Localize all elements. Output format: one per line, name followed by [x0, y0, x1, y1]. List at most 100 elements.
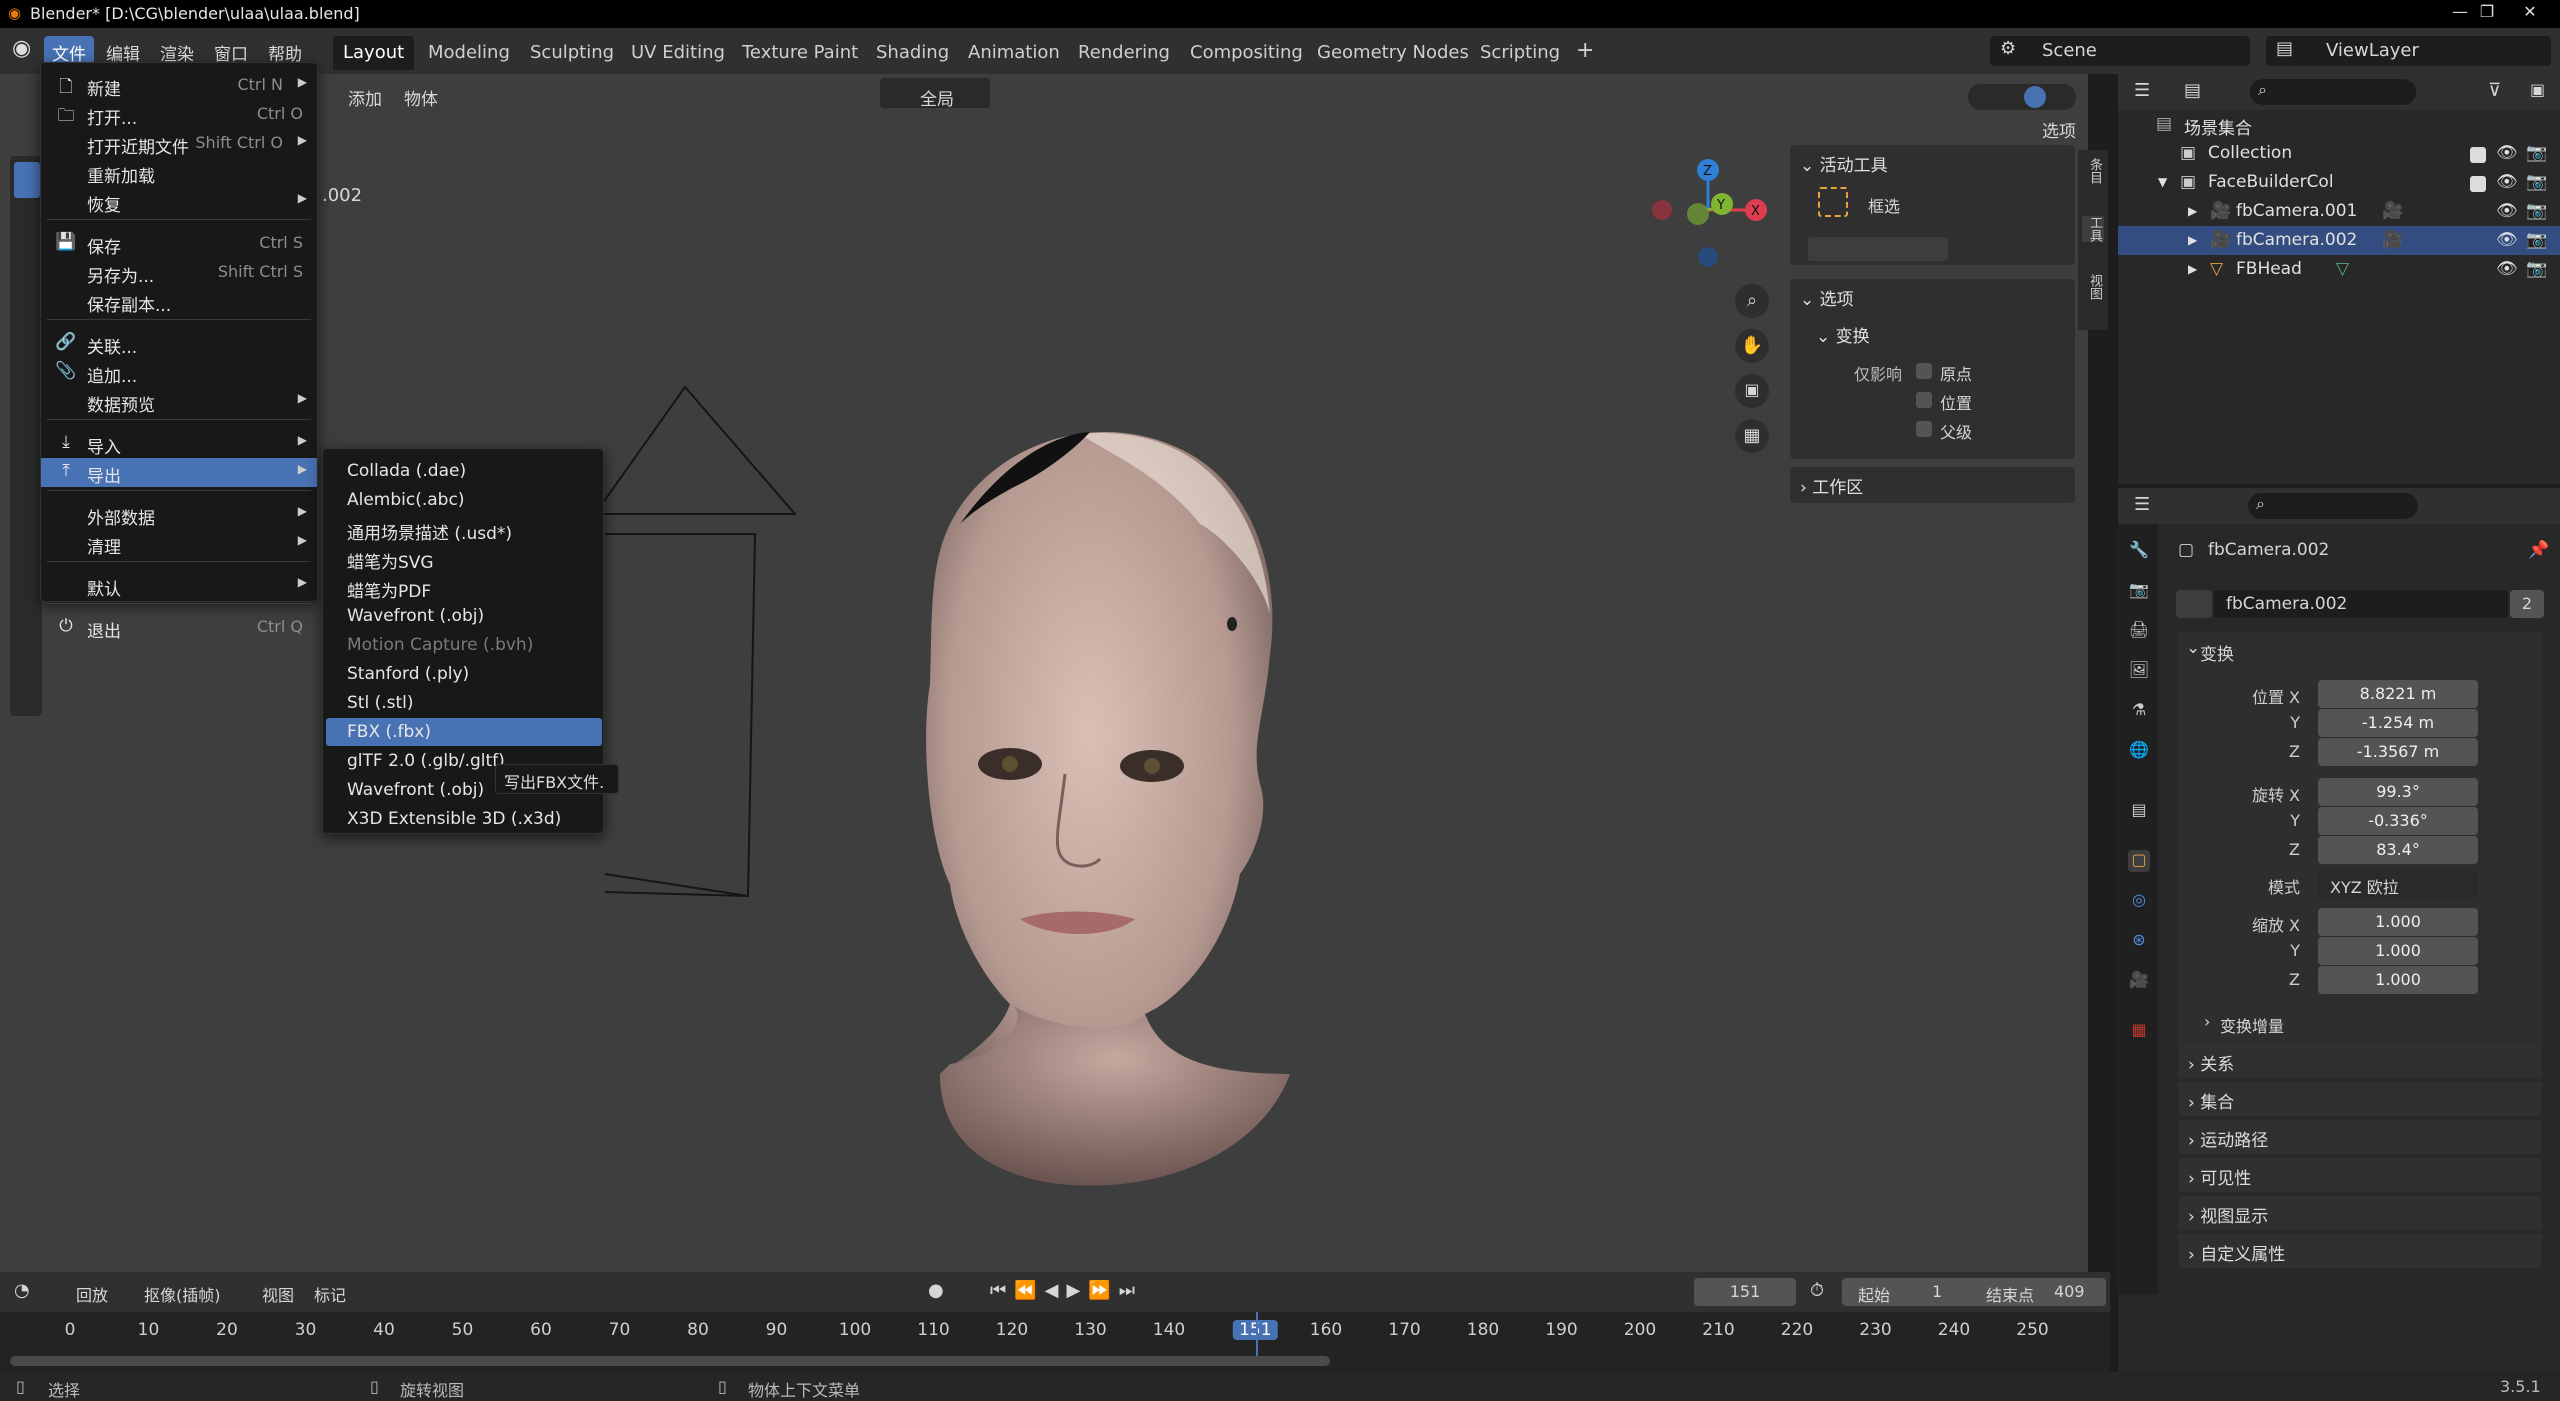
- object-menu[interactable]: 物体: [398, 82, 444, 113]
- tab-sculpting[interactable]: Sculpting: [520, 36, 624, 70]
- file-menu-item[interactable]: 打开近期文件 Shift Ctrl O ▶: [41, 129, 317, 158]
- export-menu-item[interactable]: 蜡笔为SVG: [326, 544, 602, 573]
- workspace-section[interactable]: › 工作区: [1790, 467, 2075, 503]
- export-menu-item[interactable]: Stl (.stl): [326, 689, 602, 717]
- pin-icon[interactable]: 📌: [2528, 540, 2549, 560]
- scale-x-field[interactable]: 1.000: [2318, 908, 2478, 936]
- chevron-right-icon[interactable]: ▶: [2188, 233, 2197, 247]
- outliner-item-fbhead[interactable]: ▶ ▽ FBHead ▽ 👁 📷: [2118, 255, 2560, 284]
- file-menu-item[interactable]: ⏻ 退出 Ctrl Q: [41, 613, 317, 642]
- collections-section[interactable]: › 集合: [2178, 1082, 2542, 1116]
- render-icon[interactable]: 📷: [2128, 580, 2150, 602]
- parents-checkbox[interactable]: [1916, 419, 1932, 439]
- shading-mode-buttons[interactable]: [1968, 84, 2076, 110]
- pan-hand-icon[interactable]: ✋: [1735, 329, 1769, 363]
- selection-mode-buttons[interactable]: [1808, 237, 1948, 261]
- rotation-x-field[interactable]: 99.3°: [2318, 778, 2478, 806]
- chevron-right-icon[interactable]: ›: [2204, 1012, 2210, 1031]
- outliner-item-fbcamera-001[interactable]: ▶ 🎥 fbCamera.001 🎥 👁 📷: [2118, 197, 2560, 226]
- chevron-down-icon[interactable]: ▼: [2158, 175, 2167, 189]
- file-menu-item[interactable]: 恢复 ▶: [41, 187, 317, 216]
- current-frame-field[interactable]: 151: [1694, 1278, 1796, 1306]
- close-button[interactable]: ✕: [2510, 2, 2550, 21]
- camera-render-icon[interactable]: 📷: [2526, 230, 2547, 250]
- viewport-display-section[interactable]: › 视图显示: [2178, 1196, 2542, 1230]
- blender-menu-icon[interactable]: ◉: [12, 36, 31, 61]
- record-icon[interactable]: ●: [928, 1280, 944, 1301]
- playback-controls[interactable]: ⏮⏪◀▶⏩⏭: [990, 1280, 1143, 1301]
- locations-checkbox[interactable]: [1916, 390, 1932, 410]
- display-mode-icon[interactable]: ▤: [2184, 80, 2201, 101]
- physics-icon[interactable]: ◎: [2128, 890, 2150, 912]
- file-menu-item[interactable]: ⤓ 导入 ▶: [41, 429, 317, 458]
- scale-y-field[interactable]: 1.000: [2318, 937, 2478, 965]
- custom-properties-section[interactable]: › 自定义属性: [2178, 1234, 2542, 1268]
- view-menu[interactable]: 视图: [262, 1282, 294, 1306]
- camera-render-icon[interactable]: 📷: [2526, 259, 2547, 279]
- camera-render-icon[interactable]: 📷: [2526, 201, 2547, 221]
- timeline-scrollbar[interactable]: [10, 1356, 1330, 1366]
- file-menu-item[interactable]: 💾 保存 Ctrl S: [41, 229, 317, 258]
- motion-paths-section[interactable]: › 运动路径: [2178, 1120, 2542, 1154]
- file-menu-item[interactable]: 外部数据 ▶: [41, 500, 317, 529]
- keying-menu[interactable]: 抠像(插帧): [144, 1282, 221, 1306]
- constraints-icon[interactable]: ⊛: [2128, 930, 2150, 952]
- eye-icon[interactable]: 👁: [2496, 143, 2518, 163]
- tab-view[interactable]: 视图: [2082, 274, 2104, 300]
- outliner-item-fbcamera-002[interactable]: ▶ 🎥 fbCamera.002 🎥 👁 📷: [2118, 226, 2560, 255]
- camera-data-icon[interactable]: 🎥: [2128, 970, 2150, 992]
- file-menu-item[interactable]: 📎 追加...: [41, 358, 317, 387]
- outliner-search-input[interactable]: [2250, 79, 2416, 105]
- chevron-right-icon[interactable]: ▶: [2188, 262, 2197, 276]
- filter-icon[interactable]: ⊽: [2488, 80, 2501, 101]
- add-menu[interactable]: 添加: [342, 82, 388, 113]
- properties-search-input[interactable]: [2248, 493, 2418, 519]
- file-menu-item[interactable]: 🗀 打开... Ctrl O: [41, 100, 317, 129]
- file-menu-item[interactable]: 🔗 关联...: [41, 329, 317, 358]
- rotation-y-field[interactable]: -0.336°: [2318, 807, 2478, 835]
- world-icon[interactable]: 🌐: [2128, 740, 2150, 762]
- file-menu-item[interactable]: 另存为... Shift Ctrl S: [41, 258, 317, 287]
- file-menu-item[interactable]: 重新加载: [41, 158, 317, 187]
- tab-geometry-nodes[interactable]: Geometry Nodes: [1307, 36, 1479, 70]
- outliner-item-facebuildercol[interactable]: ▼ ▣ FaceBuilderCol 👁 📷: [2118, 168, 2560, 197]
- tab-tool[interactable]: 工具: [2082, 216, 2104, 242]
- new-collection-icon[interactable]: ▣: [2530, 80, 2545, 99]
- export-menu-item[interactable]: Stanford (.ply): [326, 660, 602, 688]
- rotation-z-field[interactable]: 83.4°: [2318, 836, 2478, 864]
- outliner-item-collection[interactable]: ▣ Collection 👁 📷: [2118, 139, 2560, 168]
- chevron-right-icon[interactable]: ▶: [2188, 204, 2197, 218]
- scale-z-field[interactable]: 1.000: [2318, 966, 2478, 994]
- view-layer-icon[interactable]: 🖼: [2128, 660, 2150, 682]
- add-workspace-button[interactable]: +: [1566, 32, 1604, 66]
- origins-checkbox[interactable]: [1916, 361, 1932, 381]
- tab-item[interactable]: 条目: [2082, 158, 2104, 184]
- zoom-icon[interactable]: ⌕: [1735, 284, 1769, 318]
- export-menu-item[interactable]: FBX (.fbx): [326, 718, 602, 746]
- file-menu-item[interactable]: ⤒ 导出 ▶: [41, 458, 317, 487]
- camera-render-icon[interactable]: 📷: [2526, 143, 2547, 163]
- camera-render-icon[interactable]: 📷: [2526, 172, 2547, 192]
- export-menu-item[interactable]: 蜡笔为PDF: [326, 573, 602, 602]
- file-menu-item[interactable]: 默认 ▶: [41, 571, 317, 600]
- scene-icon[interactable]: ⚗: [2128, 700, 2150, 722]
- tab-texture-paint[interactable]: Texture Paint: [732, 36, 868, 70]
- options-dropdown[interactable]: 选项: [2036, 114, 2082, 145]
- scene-selector[interactable]: [1990, 36, 2250, 66]
- browse-object-button[interactable]: [2176, 590, 2212, 618]
- export-menu-item[interactable]: Wavefront (.obj): [326, 602, 602, 630]
- checker-icon[interactable]: ▦: [2128, 1020, 2150, 1042]
- grid-ortho-icon[interactable]: ▦: [1735, 419, 1769, 453]
- eye-icon[interactable]: 👁: [2496, 172, 2518, 192]
- location-y-field[interactable]: -1.254 m: [2318, 709, 2478, 737]
- tab-scripting[interactable]: Scripting: [1470, 36, 1570, 70]
- tool-icon[interactable]: 🔧: [2128, 540, 2150, 562]
- chevron-down-icon[interactable]: ⌄: [1800, 156, 1820, 176]
- object-properties-icon[interactable]: ▢: [2128, 850, 2150, 872]
- stopwatch-icon[interactable]: ⏱: [1810, 1280, 1824, 1301]
- output-icon[interactable]: 🖨: [2128, 620, 2150, 642]
- file-menu-item[interactable]: 🗋 新建 Ctrl N ▶: [41, 71, 317, 100]
- clock-icon[interactable]: ◔: [14, 1280, 30, 1301]
- camera-view-icon[interactable]: ▣: [1735, 374, 1769, 408]
- tab-rendering[interactable]: Rendering: [1068, 36, 1180, 70]
